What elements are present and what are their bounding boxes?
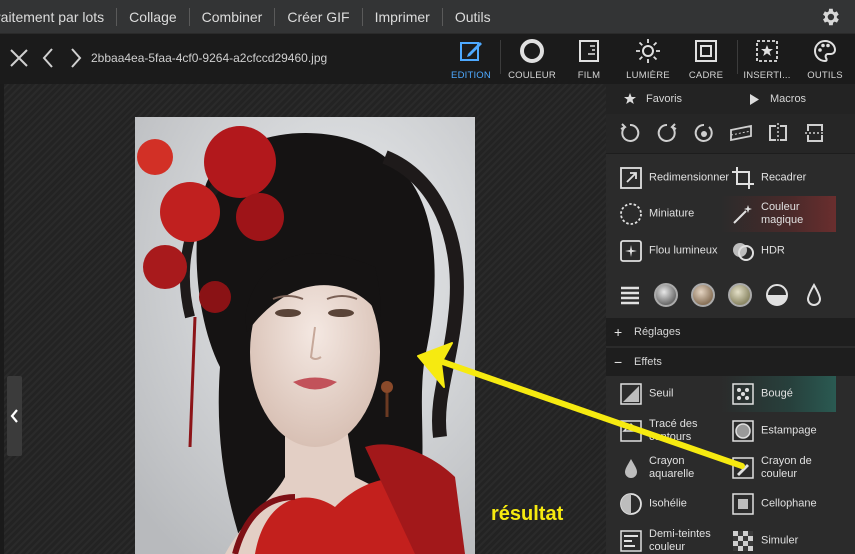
cellophane-icon [732,493,754,515]
minus-icon: − [614,354,623,370]
color-circle-icon [520,39,544,63]
tab-edition[interactable]: EDITION [440,38,502,82]
preset-row [606,274,855,314]
crop-icon [732,167,754,189]
recadrer-button[interactable]: Recadrer [721,160,839,196]
cellophane-button[interactable]: Cellophane [721,486,839,522]
gear-icon[interactable] [819,6,841,28]
menu-creer-gif[interactable]: Créer GIF [275,7,363,26]
resize-icon [620,167,642,189]
preset-sepia[interactable] [691,283,715,307]
close-icon[interactable] [8,46,30,70]
chevron-left-icon [10,409,18,423]
star-frame-icon [756,40,778,62]
favorites-tab[interactable]: Favoris [646,93,682,105]
preset-warm[interactable] [728,283,752,307]
posterize-icon [620,493,642,515]
tab-insertion[interactable]: INSERTI... [736,38,798,82]
menu-imprimer[interactable]: Imprimer [363,7,443,26]
simuler-button[interactable]: Simuler [721,523,839,554]
bouge-button[interactable]: Bougé [721,376,836,412]
tab-couleur[interactable]: COULEUR [501,38,563,82]
photo-preview [135,117,475,554]
crayon-aquarelle-button[interactable]: Crayon aquarelle [609,450,727,486]
file-name: 2bbaa4ea-5faa-4cf0-9264-a2cfccd29460.jpg [91,51,328,65]
plus-icon: + [614,324,623,340]
straighten-icon[interactable] [729,121,753,145]
menu-collage[interactable]: Collage [117,7,190,26]
edit-icon [460,42,482,61]
effets-section[interactable]: − Effets [606,348,855,376]
halftone-icon [620,530,642,552]
demi-teintes-button[interactable]: Demi-teintes couleur [609,523,727,554]
crayon-couleur-button[interactable]: Crayon de couleur [721,450,839,486]
favorites-row: Favoris Macros [606,84,855,114]
miniature-button[interactable]: Miniature [609,196,727,232]
rotate-left-icon[interactable] [618,121,642,145]
toolbar: 2bbaa4ea-5faa-4cf0-9264-a2cfccd29460.jpg… [0,34,855,84]
vignette-icon [620,203,642,225]
threshold-icon [620,383,642,405]
magic-wand-icon [733,205,752,224]
film-icon [579,40,599,62]
flip-horizontal-icon[interactable] [766,121,790,145]
tab-outils[interactable]: OUTILS [794,38,855,82]
portrait-image [135,117,475,554]
hdr-button[interactable]: HDR [721,233,839,269]
isohelie-button[interactable]: Isohélie [609,486,727,522]
auto-rotate-icon[interactable] [692,121,716,145]
frame-icon [695,40,717,62]
sun-icon [636,39,660,63]
star-icon [624,93,636,104]
transform-row [606,114,855,154]
list-icon[interactable] [618,283,642,307]
flip-vertical-icon[interactable] [803,121,827,145]
blur-icon [732,383,754,405]
annotation-label: résultat [491,503,564,525]
color-pencil-icon [732,457,754,479]
flou-lumineux-button[interactable]: Flou lumineux [609,233,727,269]
rotate-right-icon[interactable] [655,121,679,145]
drop-icon[interactable] [802,283,826,307]
tab-film[interactable]: FILM [558,38,620,82]
couleur-magique-button[interactable]: Couleur magique [721,196,836,232]
macros-tab[interactable]: Macros [770,93,806,105]
chevron-left-icon[interactable] [38,46,60,70]
seuil-button[interactable]: Seuil [609,376,727,412]
menu-outils[interactable]: Outils [443,8,503,26]
reglages-section[interactable]: + Réglages [606,318,855,346]
glow-icon [620,240,642,262]
trace-contours-button[interactable]: Tracé des contours [609,413,727,449]
menu-combiner[interactable]: Combiner [190,7,276,26]
palette-icon [814,39,837,63]
checker-icon [733,531,753,551]
estampage-button[interactable]: Estampage [721,413,839,449]
right-panel: Favoris Macros Redimensionner Recadrer M… [606,84,855,554]
collapse-panel-button[interactable] [7,376,22,456]
menu-traitement-par-lots[interactable]: raitement par lots [0,7,118,26]
contour-icon [620,420,642,442]
chevron-right-icon[interactable] [64,46,86,70]
redimensionner-button[interactable]: Redimensionner [609,160,729,196]
preset-gray[interactable] [654,283,678,307]
emboss-icon [732,420,754,442]
left-rail [0,84,4,554]
tab-lumiere[interactable]: LUMIÈRE [617,38,679,82]
tab-cadre[interactable]: CADRE [675,38,737,82]
watercolor-icon [625,459,637,478]
play-icon [750,94,759,105]
half-circle-icon[interactable] [765,283,789,307]
menu-bar: raitement par lots Collage Combiner Crée… [0,0,855,34]
hdr-icon [733,243,754,261]
